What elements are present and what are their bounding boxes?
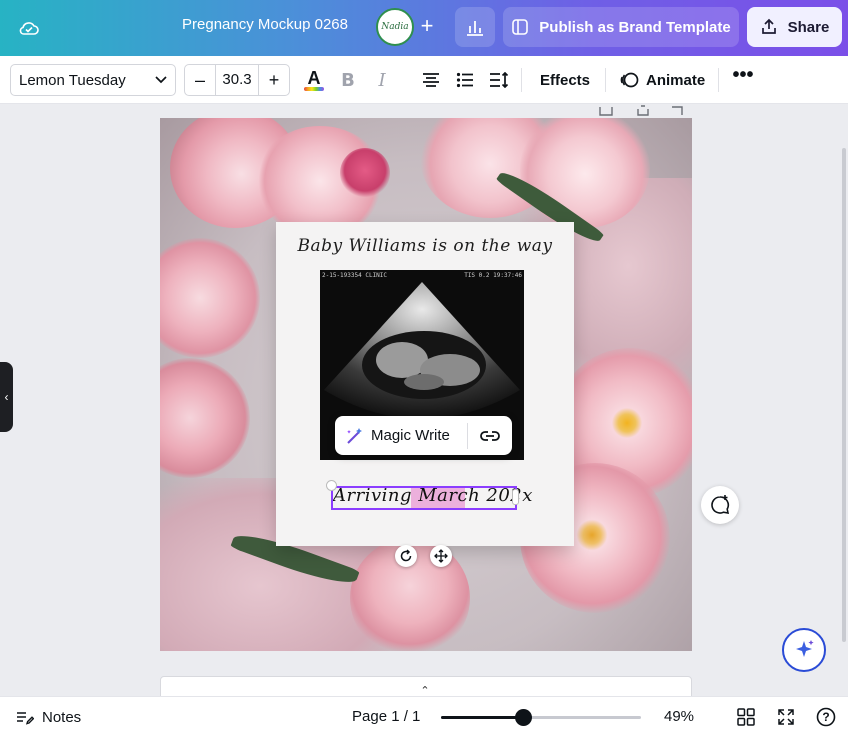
template-icon — [512, 19, 529, 35]
cloud-sync-icon[interactable] — [14, 14, 44, 42]
upload-icon — [761, 18, 776, 34]
bottom-bar: Notes Page 1 / 1 49% ? — [0, 696, 848, 736]
italic-button[interactable]: I — [369, 68, 395, 92]
font-size-input[interactable]: 30.3 — [215, 65, 259, 95]
animate-icon — [620, 72, 639, 88]
chevron-down-icon — [155, 76, 167, 84]
align-center-icon[interactable] — [418, 68, 444, 92]
help-button[interactable]: ? — [815, 706, 837, 728]
move-arrows-icon — [434, 549, 448, 563]
text-toolbar: Lemon Tuesday – 30.3 + A B I Effects Ani… — [0, 56, 848, 104]
rotate-handle[interactable] — [395, 545, 417, 567]
link-icon — [480, 430, 500, 441]
help-label: ? — [822, 710, 830, 724]
zoom-slider[interactable] — [441, 709, 641, 726]
toolbar-divider — [521, 68, 522, 92]
canva-assistant-button[interactable] — [782, 628, 826, 672]
share-label: Share — [787, 18, 830, 36]
zoom-level[interactable]: 49% — [664, 708, 694, 725]
magic-write-label: Magic Write — [371, 427, 450, 444]
top-bar: Pregnancy Mockup 0268 Nadia + Publish as… — [0, 0, 848, 56]
toolbar-divider — [718, 68, 719, 92]
page-controls — [596, 104, 692, 116]
bold-button[interactable]: B — [335, 68, 361, 92]
peony-flower — [160, 238, 260, 358]
publish-brand-template-button[interactable]: Publish as Brand Template — [503, 7, 739, 47]
side-panel-toggle[interactable]: ‹ — [0, 362, 13, 432]
text-color-icon: A — [307, 67, 321, 88]
bullet-list-icon[interactable] — [452, 68, 478, 92]
zoom-slider-fill — [441, 716, 523, 719]
effects-button[interactable]: Effects — [530, 64, 600, 96]
more-options-button[interactable]: ••• — [726, 65, 760, 92]
rotate-icon — [400, 549, 412, 562]
text-selection-box[interactable] — [331, 486, 517, 510]
avatar-text: Nadia — [381, 22, 409, 32]
vertical-scrollbar[interactable] — [842, 148, 846, 642]
zoom-slider-thumb[interactable] — [515, 709, 532, 726]
add-comment-button[interactable] — [701, 486, 739, 524]
announcement-title[interactable]: Baby Williams is on the way — [296, 236, 554, 256]
magic-wand-icon — [347, 427, 362, 444]
link-button[interactable] — [468, 429, 512, 443]
peony-bud — [340, 148, 390, 198]
sparkle-icon — [796, 640, 814, 657]
bar-chart-icon — [467, 21, 483, 36]
font-name: Lemon Tuesday — [19, 71, 126, 89]
selection-handle-left[interactable] — [326, 480, 337, 491]
color-swatch-bar — [304, 86, 324, 91]
move-handle[interactable] — [430, 545, 452, 567]
increase-font-size-button[interactable]: + — [259, 70, 289, 91]
page-indicator[interactable]: Page 1 / 1 — [352, 708, 420, 725]
insights-button[interactable] — [455, 7, 495, 47]
fullscreen-icon[interactable] — [775, 706, 797, 728]
document-title[interactable]: Pregnancy Mockup 0268 — [170, 16, 360, 33]
publish-label: Publish as Brand Template — [539, 18, 731, 36]
magic-write-popover: Magic Write — [335, 416, 512, 455]
add-collaborator-button[interactable]: + — [414, 14, 440, 40]
comment-add-icon — [711, 495, 730, 514]
chevron-left-icon: ‹ — [4, 390, 9, 404]
toolbar-divider — [605, 68, 606, 92]
line-spacing-icon[interactable] — [486, 68, 512, 92]
animate-label: Animate — [646, 71, 706, 89]
magic-write-button[interactable]: Magic Write — [335, 426, 467, 446]
notes-label: Notes — [42, 708, 82, 726]
share-button[interactable]: Share — [747, 7, 842, 47]
notes-button[interactable]: Notes — [16, 706, 81, 728]
text-color-button[interactable]: A — [301, 68, 327, 92]
font-size-stepper: – 30.3 + — [184, 64, 290, 96]
avatar[interactable]: Nadia — [376, 8, 414, 46]
decrease-font-size-button[interactable]: – — [185, 70, 215, 91]
font-family-dropdown[interactable]: Lemon Tuesday — [10, 64, 176, 96]
grid-view-icon[interactable] — [735, 706, 757, 728]
animate-button[interactable]: Animate — [612, 64, 713, 96]
selection-handle-right[interactable] — [512, 489, 519, 505]
peony-flower — [160, 358, 250, 478]
notes-icon — [17, 712, 34, 725]
